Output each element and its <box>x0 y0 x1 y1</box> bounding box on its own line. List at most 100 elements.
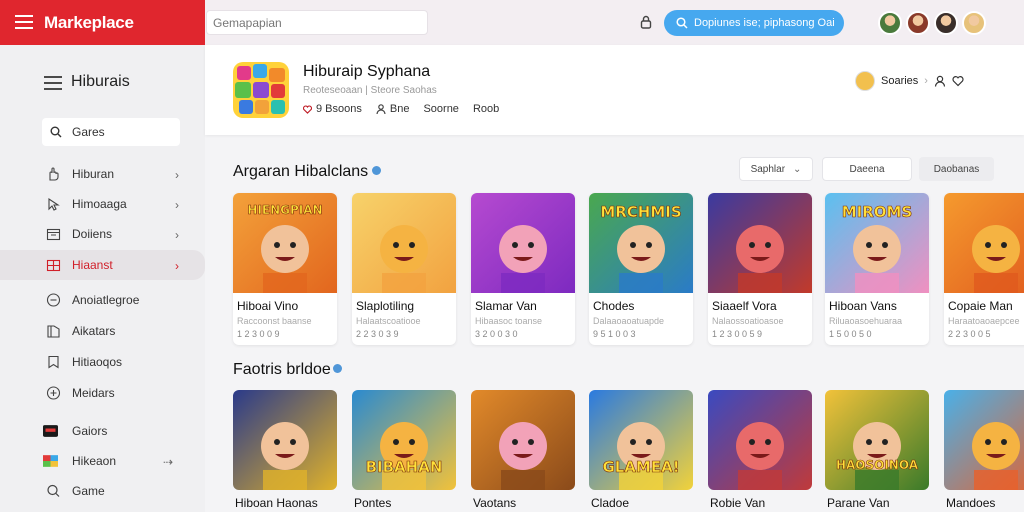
lock-icon[interactable] <box>640 15 652 29</box>
game-price: 1 2 3 0 0 5 9 <box>712 329 763 339</box>
search-action-button[interactable]: Dopiunes ise; piphasong Oai <box>664 10 844 36</box>
game-title: Siaaelf Vora <box>712 299 777 313</box>
heart-icon <box>303 104 312 114</box>
game-card[interactable]: Vaotans <box>471 390 575 510</box>
menu-icon[interactable] <box>44 76 62 90</box>
game-card[interactable]: GLAMEA! Cladoe <box>589 390 693 510</box>
bookmark-icon <box>48 355 59 369</box>
sidebar-item[interactable]: Hitiaoqos <box>0 347 205 377</box>
sidebar-item-label: Meidars <box>72 386 115 400</box>
game-thumbnail[interactable] <box>944 193 1024 293</box>
game-title: Slaplotiling <box>356 299 415 313</box>
meta-item[interactable]: 9 Bsoons <box>303 103 362 115</box>
game-card[interactable]: Robie Van <box>708 390 812 510</box>
game-thumbnail[interactable] <box>471 390 575 490</box>
thumbnail-title: GLAMEA! <box>602 458 680 477</box>
brand-header[interactable]: Markeplace <box>0 0 205 45</box>
game-thumbnail[interactable] <box>471 193 575 293</box>
sidebar-item[interactable]: Doiiens › <box>0 219 205 249</box>
avatar[interactable] <box>878 11 902 35</box>
game-card[interactable]: HAOSOINOA Parane Van <box>825 390 929 510</box>
app-user[interactable]: Soaries › <box>855 71 964 91</box>
game-card[interactable]: Mandoes <box>944 390 1024 510</box>
info-icon[interactable] <box>372 166 382 175</box>
meta-item[interactable]: Bne <box>376 103 409 115</box>
sidebar-item[interactable]: Aikatars <box>0 316 205 346</box>
colorful-tile-icon <box>43 455 58 467</box>
search-icon <box>47 484 60 497</box>
game-thumbnail[interactable] <box>233 390 337 490</box>
sidebar-item[interactable]: Hiburan › <box>0 159 205 189</box>
game-title: Mandoes <box>946 496 996 510</box>
menu-icon[interactable] <box>15 15 33 29</box>
app-title: Hiburaip Syphana <box>303 63 431 80</box>
search-action-label: Dopiunes ise; piphasong Oai <box>694 17 835 29</box>
search-input[interactable]: Gemapapian <box>206 10 428 35</box>
game-card[interactable]: MRCHMIS Chodes Dalaaoaoatuapde 9 5 1 0 0 3 <box>589 193 693 345</box>
chevron-right-icon: › <box>175 259 179 273</box>
sidebar-item-label: Himoaaga <box>72 197 127 211</box>
book-icon <box>47 325 60 338</box>
game-price: 2 2 3 0 0 5 <box>948 329 991 339</box>
sidebar-item-label: Aikatars <box>72 324 116 338</box>
game-title: Hiboan Vans <box>829 299 897 313</box>
sidebar-item[interactable]: Meidars <box>0 378 205 408</box>
game-thumbnail[interactable]: MIROMS <box>825 193 929 293</box>
sidebar-item[interactable]: Himoaaga › <box>0 189 205 219</box>
sidebar-item-label: Gaiors <box>72 424 108 438</box>
sidebar-item-label: Anoiatlegroe <box>72 293 140 307</box>
sidebar-item[interactable]: Game <box>0 476 205 506</box>
sidebar-item-label: Hiaanst <box>72 258 113 272</box>
game-card[interactable]: Slamar Van Hibaasoc toanse 3 2 0 0 3 0 <box>471 193 575 345</box>
game-thumbnail[interactable] <box>944 390 1024 490</box>
avatar[interactable] <box>906 11 930 35</box>
game-thumbnail[interactable] <box>708 193 812 293</box>
sidebar-search-value: Gares <box>72 125 105 139</box>
filter-button[interactable]: Daeena <box>822 157 912 181</box>
user-icon[interactable] <box>934 75 946 87</box>
game-thumbnail[interactable]: HIENGPIAN <box>233 193 337 293</box>
game-card[interactable]: HIENGPIAN Hiboai Vino Raccoonst baanse 1 2 … <box>233 193 337 345</box>
sidebar-item[interactable]: Anoiatlegroe <box>0 285 205 315</box>
info-icon[interactable] <box>332 364 342 373</box>
game-price: 2 2 3 0 3 9 <box>356 329 399 339</box>
game-title: Robie Van <box>710 496 766 510</box>
heart-icon[interactable] <box>952 75 964 87</box>
app-user-name: Soaries <box>881 75 919 87</box>
filter-dropdown[interactable]: Saphlar ⌄ <box>739 157 813 181</box>
sidebar-item[interactable]: Hikeaon ⇢ <box>0 446 205 476</box>
sidebar-item[interactable]: Gaiors <box>0 416 205 446</box>
game-title: Hiboai Vino <box>237 299 299 313</box>
sidebar-title: Hiburais <box>71 73 130 90</box>
game-card[interactable]: BIBAHAN Pontes <box>352 390 456 510</box>
app-logo[interactable] <box>233 62 289 118</box>
game-card[interactable]: Hiboan Haonas <box>233 390 337 510</box>
game-card[interactable]: MIROMS Hiboan Vans Riluaoasoehuaraa 1 5 0 0… <box>825 193 929 345</box>
top-bar: Markeplace Gemapapian Dopiunes ise; piph… <box>0 0 1024 45</box>
filter-button[interactable]: Daobanas <box>919 157 994 181</box>
game-subtitle: Riluaoasoehuaraa <box>829 316 903 326</box>
sidebar-item[interactable]: Hiaanst › <box>0 250 205 280</box>
sidebar-item-label: Hitiaoqos <box>72 355 123 369</box>
game-card[interactable]: Slaplotiling Halaatscoatiooe 2 2 3 0 3 9 <box>352 193 456 345</box>
game-thumbnail[interactable]: GLAMEA! <box>589 390 693 490</box>
meta-item[interactable]: Roob <box>473 103 499 115</box>
chevron-right-icon: › <box>175 168 179 182</box>
game-card[interactable]: Copaie Man Haraatoaoaepcee 2 2 3 0 0 5 <box>944 193 1024 345</box>
game-thumbnail[interactable]: MRCHMIS <box>589 193 693 293</box>
chevron-right-icon: › <box>924 75 928 87</box>
game-card[interactable]: Siaaelf Vora Nalaossoatioasoe 1 2 3 0 0 5 … <box>708 193 812 345</box>
game-subtitle: Dalaaoaoatuapde <box>593 316 665 326</box>
game-thumbnail[interactable]: BIBAHAN <box>352 390 456 490</box>
meta-item[interactable]: Soorne <box>423 103 458 115</box>
grid-icon <box>46 259 61 272</box>
avatar[interactable] <box>934 11 958 35</box>
game-thumbnail[interactable]: HAOSOINOA <box>825 390 929 490</box>
sidebar-search-input[interactable]: Gares <box>42 118 180 146</box>
avatar[interactable] <box>962 11 986 35</box>
expand-icon[interactable]: ⇢ <box>163 455 173 469</box>
dark-tile-icon <box>43 425 58 437</box>
game-thumbnail[interactable] <box>352 193 456 293</box>
game-price: 1 2 3 0 0 9 <box>237 329 280 339</box>
game-thumbnail[interactable] <box>708 390 812 490</box>
